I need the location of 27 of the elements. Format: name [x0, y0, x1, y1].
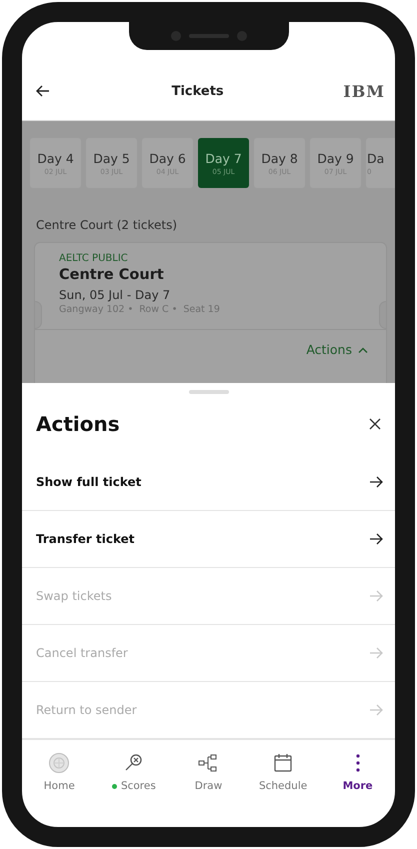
ticket-date: Sun, 05 Jul - Day 7 [59, 288, 172, 302]
nav-tab[interactable]: More [326, 752, 390, 792]
arrow-right-icon [369, 647, 383, 659]
arrow-right-icon [369, 590, 383, 602]
close-icon [369, 418, 381, 430]
sheet-title: Actions [36, 412, 120, 436]
back-arrow-icon [36, 85, 50, 97]
close-button[interactable] [367, 416, 383, 432]
arrow-right-icon [369, 533, 383, 545]
nav-tab[interactable]: Home [27, 752, 92, 792]
logo: IBM [343, 82, 385, 100]
more-icon [356, 754, 360, 772]
bracket-icon [197, 752, 220, 774]
nav-tab[interactable]: Schedule [251, 752, 316, 792]
ticket-category: AELTC PUBLIC [59, 253, 129, 264]
arrow-right-icon [369, 476, 383, 488]
screen-title: Tickets [172, 84, 224, 98]
nav-tab[interactable]: Draw [176, 752, 240, 792]
section-title: Centre Court (2 tickets) [36, 218, 178, 232]
emblem-icon [48, 752, 70, 774]
calendar-icon [272, 752, 294, 774]
drag-handle[interactable] [188, 390, 228, 394]
back-button[interactable] [34, 83, 52, 99]
nav-tab[interactable]: Scores [102, 752, 166, 792]
actions-button[interactable]: Actions [306, 342, 368, 357]
court-name: Centre Court [59, 267, 165, 283]
arrow-right-icon [369, 704, 383, 716]
